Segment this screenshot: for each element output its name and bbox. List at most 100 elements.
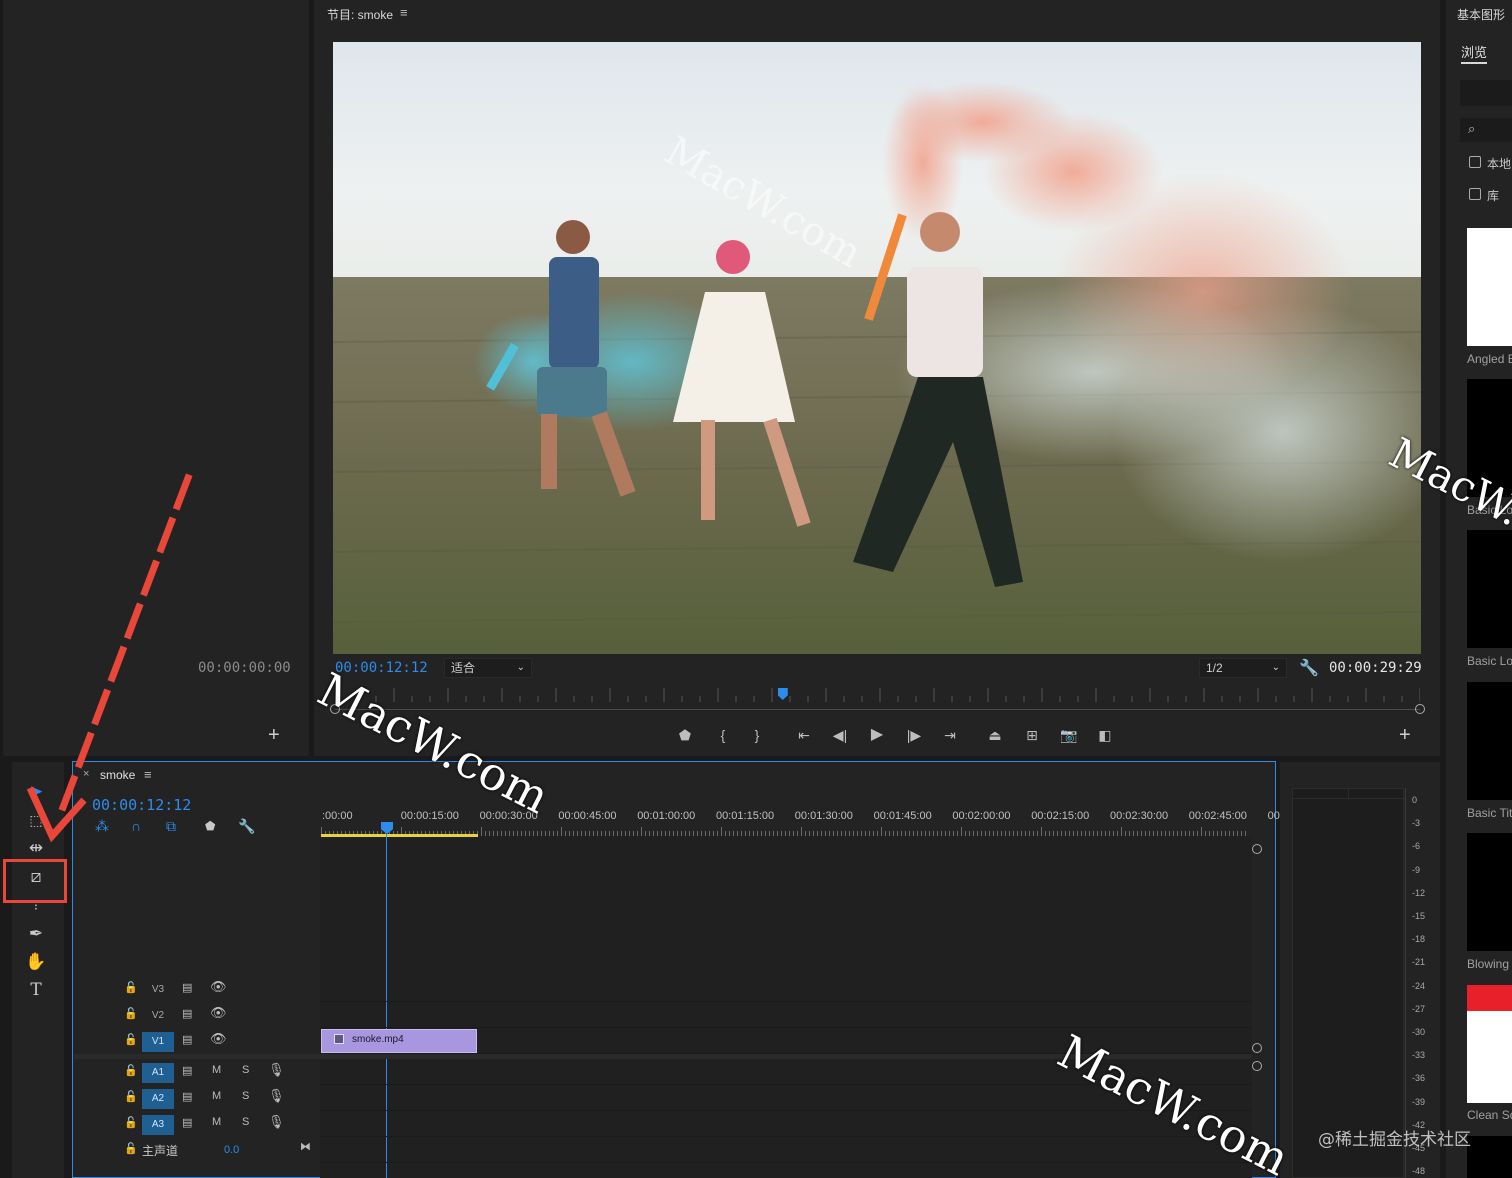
scrub-end-handle[interactable] (1415, 704, 1425, 714)
mute-button[interactable]: M (212, 1116, 221, 1128)
sync-lock-icon[interactable]: ▤ (182, 1116, 192, 1129)
lift-icon[interactable]: ⏏ (985, 726, 1005, 744)
master-expand-icon[interactable]: ⧓ (300, 1140, 311, 1153)
master-volume-value[interactable]: 0.0 (224, 1144, 239, 1156)
timeline-settings-wrench-icon[interactable]: 🔧 (238, 818, 255, 835)
audio-meter-bars (1292, 788, 1405, 1178)
local-checkbox[interactable] (1469, 156, 1481, 168)
meter-scale-line (1405, 788, 1406, 1178)
mute-button[interactable]: M (212, 1064, 221, 1076)
track-a3[interactable]: 🔓 A3 ▤ M S 🎙 (74, 1111, 1252, 1137)
meter-scale-label: -30 (1412, 1027, 1426, 1037)
lock-icon[interactable]: 🔓 (124, 981, 138, 994)
track-target-a3[interactable]: A3 (142, 1115, 174, 1135)
add-marker-icon[interactable]: ⬟ (675, 726, 695, 744)
extract-icon[interactable]: ⊞ (1022, 726, 1042, 744)
zoom-select[interactable]: 适合 ⌄ (444, 658, 532, 678)
track-a2[interactable]: 🔓 A2 ▤ M S 🎙 (74, 1085, 1252, 1111)
template-thumb[interactable] (1467, 985, 1512, 1103)
template-thumb[interactable] (1467, 228, 1512, 346)
track-target-a2[interactable]: A2 (142, 1089, 174, 1109)
ruler-label: 00:02:00:00 (952, 810, 1011, 822)
wrench-icon[interactable]: 🔧 (1299, 658, 1319, 678)
lock-icon[interactable]: 🔓 (124, 1007, 138, 1020)
source-timecode[interactable]: 00:00:00:00 (198, 660, 291, 676)
camera-icon[interactable]: 📷 (1059, 726, 1079, 744)
lock-icon[interactable]: 🔓 (124, 1033, 138, 1046)
graphics-search-input[interactable]: ⌕ (1460, 118, 1512, 142)
lock-icon[interactable]: 🔓 (124, 1090, 138, 1103)
program-duration: 00:00:29:29 (1329, 660, 1422, 676)
track-header: 🔓 A2 ▤ M S 🎙 (74, 1085, 320, 1111)
track-target-v2[interactable]: V2 (142, 1006, 174, 1026)
track-v3[interactable]: 🔓 V3 ▤ 👁 (74, 976, 1252, 1002)
graphics-dropdown[interactable] (1460, 80, 1512, 106)
lock-icon[interactable]: 🔓 (124, 1116, 138, 1129)
type-tool-icon[interactable]: T (22, 978, 50, 1002)
template-thumb[interactable] (1467, 1136, 1512, 1178)
meter-scale-label: -21 (1412, 957, 1426, 968)
eye-icon[interactable]: 👁 (210, 1031, 227, 1047)
meter-scale-label: -12 (1412, 887, 1426, 898)
tab-underline (1461, 62, 1487, 64)
sync-lock-icon[interactable]: ▤ (182, 1033, 192, 1046)
sync-lock-icon[interactable]: ▤ (182, 1090, 192, 1103)
source-add-button[interactable]: + (268, 724, 280, 747)
program-add-button[interactable]: + (1399, 724, 1411, 747)
annotation-arrow (0, 470, 200, 850)
play-icon[interactable]: ▶ (867, 726, 887, 744)
sync-lock-icon[interactable]: ▤ (182, 1064, 192, 1077)
lock-icon[interactable]: 🔓 (124, 1064, 138, 1077)
mark-out-icon[interactable]: } (747, 726, 767, 744)
go-to-out-icon[interactable]: ⇥ (940, 726, 960, 744)
meter-scale-label: -36 (1412, 1073, 1426, 1084)
video-clip[interactable]: smoke.mp4 (321, 1029, 477, 1053)
microphone-icon[interactable]: 🎙 (268, 1062, 285, 1078)
resolution-select[interactable]: 1/2 ⌄ (1199, 658, 1287, 678)
meter-scale-label: -39 (1412, 1096, 1426, 1107)
step-forward-icon[interactable]: |▶ (904, 726, 924, 744)
sync-lock-icon[interactable]: ▤ (182, 981, 192, 994)
sync-lock-icon[interactable]: ▤ (182, 1007, 192, 1020)
solo-button[interactable]: S (242, 1064, 249, 1076)
program-scrub-track[interactable] (335, 709, 1420, 710)
template-thumb[interactable] (1467, 682, 1512, 800)
mute-button[interactable]: M (212, 1090, 221, 1102)
microphone-icon[interactable]: 🎙 (268, 1114, 285, 1130)
add-marker-icon[interactable]: ⬟ (205, 819, 215, 833)
template-label: Basic Titl (1467, 806, 1512, 820)
microphone-icon[interactable]: 🎙 (268, 1088, 285, 1104)
track-target-v1[interactable]: V1 (142, 1032, 174, 1052)
track-target-a1[interactable]: A1 (142, 1063, 174, 1083)
vertical-zoom-handle[interactable] (1252, 844, 1262, 854)
program-video-frame[interactable] (333, 42, 1421, 654)
lock-icon[interactable]: 🔓 (124, 1142, 138, 1155)
template-thumb[interactable] (1467, 833, 1512, 951)
mark-in-icon[interactable]: { (713, 726, 733, 744)
step-back-icon[interactable]: ◀| (830, 726, 850, 744)
program-menu-icon[interactable]: ≡ (400, 5, 408, 20)
program-monitor-title[interactable]: 节目: smoke (327, 6, 393, 23)
library-checkbox[interactable] (1469, 188, 1481, 200)
go-to-in-icon[interactable]: ⇤ (794, 726, 814, 744)
meter-scale-label: -3 (1412, 818, 1421, 829)
video-scroll-handle[interactable] (1252, 1043, 1262, 1053)
track-master[interactable]: 🔓 主声道 0.0 ⧓ (74, 1137, 1252, 1163)
solo-button[interactable]: S (242, 1090, 249, 1102)
tab-browse[interactable]: 浏览 (1461, 42, 1487, 61)
compare-view-icon[interactable]: ◧ (1095, 726, 1115, 744)
eye-icon[interactable]: 👁 (210, 979, 227, 995)
ruler-label: 00:00:45:00 (558, 810, 617, 822)
solo-button[interactable]: S (242, 1116, 249, 1128)
audio-scroll-handle[interactable] (1252, 1061, 1262, 1071)
hand-tool-icon[interactable]: ✋ (22, 950, 50, 974)
track-target-v3[interactable]: V3 (142, 980, 174, 1000)
work-area-bar[interactable] (321, 834, 478, 837)
template-thumb[interactable] (1467, 530, 1512, 648)
fx-badge-icon (334, 1034, 344, 1044)
program-scrub-ruler[interactable] (339, 688, 1421, 704)
graphics-panel-title[interactable]: 基本图形 (1457, 6, 1505, 23)
eye-icon[interactable]: 👁 (210, 1005, 227, 1021)
pen-tool-icon[interactable]: ✒ (22, 922, 50, 946)
template-label: Blowing (1467, 957, 1510, 971)
